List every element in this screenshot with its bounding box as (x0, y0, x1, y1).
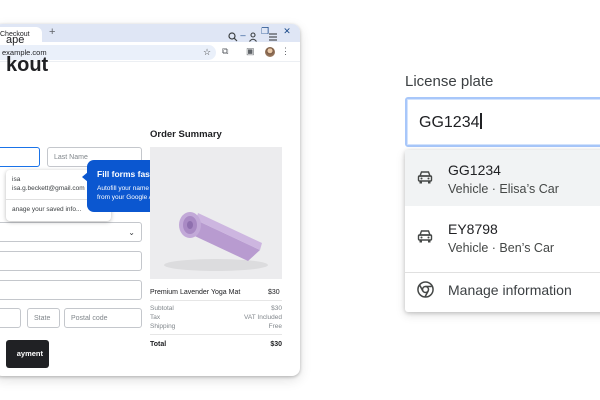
site-nav-icons (228, 32, 278, 45)
license-suggestions-menu: GG1234 Vehicle · Elisa’s Car EY8798 Vehi… (405, 150, 600, 312)
divider (150, 334, 282, 335)
autofill-name[interactable]: isa (12, 176, 20, 183)
close-window-button[interactable]: ✕ (282, 26, 292, 37)
suggestion-desc: Vehicle · Elisa’s Car (448, 182, 559, 196)
suggestion-plate: EY8798 (448, 221, 498, 237)
payment-button[interactable]: ayment (6, 340, 49, 368)
input-text: GG1234 (419, 114, 480, 131)
chevron-down-icon: ⌄ (128, 228, 135, 237)
search-icon[interactable] (228, 32, 238, 45)
product-price: $30 (268, 289, 280, 296)
divider (405, 272, 600, 273)
row-value: $30 (271, 305, 282, 312)
total-label: Total (150, 341, 167, 348)
manage-information-link[interactable]: Manage information (448, 282, 572, 298)
hamburger-menu-icon[interactable] (268, 32, 278, 45)
country-select[interactable]: ⌄ (0, 222, 142, 242)
row-value: Free (268, 323, 282, 330)
chrome-logo-icon (417, 281, 434, 303)
city-input[interactable] (0, 308, 21, 328)
suggestion-desc: Vehicle · Ben’s Car (448, 241, 555, 255)
total-value: $30 (270, 341, 282, 348)
more-menu-icon[interactable]: ⋮ (281, 46, 290, 57)
summary-row: Subtotal $30 (150, 305, 282, 312)
autofill-manage-link[interactable]: anage your saved info... (12, 206, 81, 213)
product-name: Premium Lavender Yoga Mat (150, 289, 241, 296)
total-row: Total $30 (150, 341, 282, 348)
profile-avatar[interactable] (265, 47, 275, 57)
new-tab-button[interactable]: + (49, 26, 55, 38)
row-label: Subtotal (150, 305, 174, 312)
autofill-email[interactable]: isa.g.beckett@gmail.com (12, 185, 85, 192)
license-plate-input[interactable]: GG1234 (405, 97, 600, 147)
bookmark-star-icon[interactable]: ☆ (203, 45, 211, 60)
page-title: kout (6, 54, 49, 76)
suggestion-item[interactable]: GG1234 Vehicle · Elisa’s Car (405, 150, 600, 206)
row-value: VAT Included (244, 314, 282, 321)
address-input[interactable] (0, 251, 142, 271)
site-brand[interactable]: ape (6, 34, 24, 46)
address-line2-input[interactable] (0, 280, 142, 300)
license-plate-value: GG1234 (419, 113, 482, 132)
first-name-input[interactable] (0, 147, 40, 167)
summary-row: Tax VAT Included (150, 314, 282, 321)
row-label: Shipping (150, 323, 176, 330)
account-icon[interactable] (248, 32, 258, 45)
order-summary-title: Order Summary (150, 129, 222, 140)
postal-code-input[interactable]: Postal code (64, 308, 142, 328)
sidepanel-icon[interactable]: ▣ (246, 46, 255, 57)
extensions-icon[interactable]: ⧉ (222, 46, 228, 57)
license-plate-label: License plate (405, 73, 494, 90)
summary-row: Shipping Free (150, 323, 282, 330)
car-icon (417, 229, 433, 248)
suggestion-plate: GG1234 (448, 162, 501, 178)
state-input[interactable]: State (27, 308, 60, 328)
suggestion-item[interactable]: EY8798 Vehicle · Ben’s Car (405, 209, 600, 265)
yoga-mat-image (150, 147, 282, 279)
car-icon (417, 170, 433, 189)
divider (150, 300, 282, 301)
row-label: Tax (150, 314, 161, 321)
text-caret (480, 113, 482, 129)
